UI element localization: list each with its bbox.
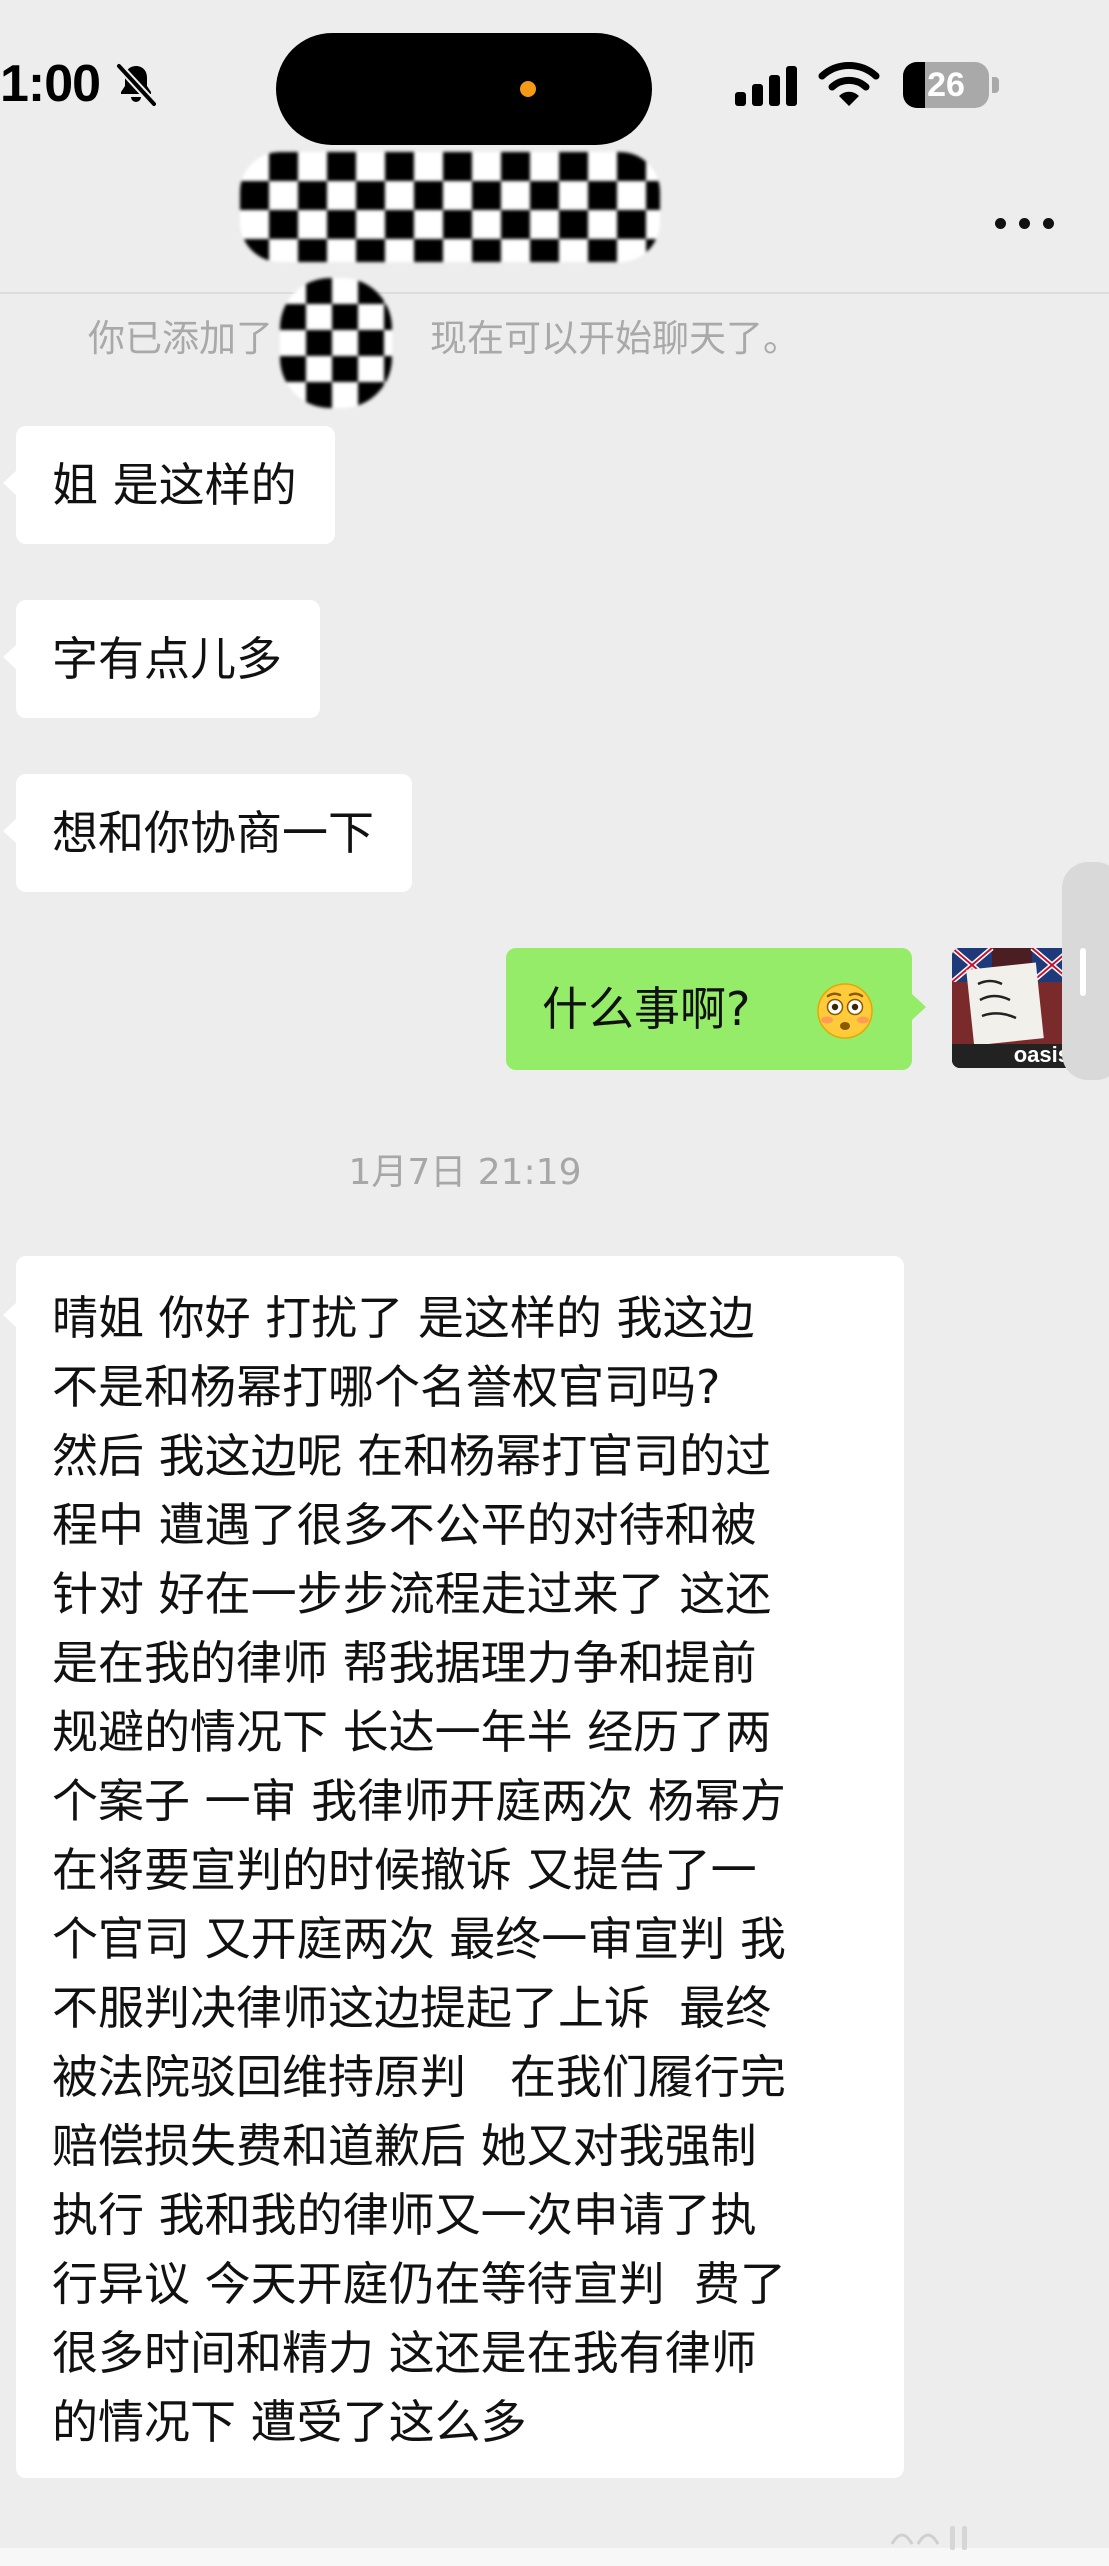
message-line: 在将要宣判的时候撤诉 又提告了一 (52, 1843, 757, 1897)
message-line: 个案子 一审 我律师开庭两次 杨幂方 (52, 1774, 786, 1828)
received-message[interactable]: 想和你协商一下 (3, 774, 412, 892)
signal-icon (735, 66, 797, 106)
status-time: 1:00 (0, 55, 101, 113)
side-float-handle[interactable] (1062, 862, 1109, 1080)
side-handle-bar (1080, 948, 1086, 996)
wifi-icon (818, 62, 880, 106)
privacy-indicator-dot (520, 81, 536, 97)
bell-slash-icon (115, 62, 158, 108)
flushed-face-icon (817, 983, 873, 1039)
message-line: 赔偿损失费和道歉后 她又对我强制 (52, 2119, 757, 2173)
nav-divider (0, 292, 1109, 294)
message-line: 是在我的律师 帮我据理力争和提前 (52, 1636, 757, 1690)
scroll-indicator-icon (890, 2526, 967, 2550)
chat-screen: 1:00 26 你已添加了 现在可以开始聊天了。 姐 是这样的 字有点儿多 想和… (0, 0, 1109, 2566)
more-icon (995, 218, 1006, 229)
dynamic-island (276, 33, 652, 145)
system-message-prefix: 你已添加了 (88, 317, 273, 360)
more-button[interactable] (990, 208, 1060, 240)
sent-message[interactable]: 什么事啊? (506, 948, 926, 1070)
message-line: 程中 遭遇了很多不公平的对待和被 (52, 1498, 757, 1552)
contact-name-redacted (240, 152, 660, 262)
more-icon (1043, 218, 1054, 229)
received-message[interactable]: 字有点儿多 (3, 600, 320, 718)
battery-icon: 26 (903, 62, 989, 108)
message-line: 规避的情况下 长达一年半 经历了两 (52, 1705, 772, 1759)
contact-name-redacted-inline (280, 278, 392, 408)
message-timestamp: 1月7日 21:19 (348, 1152, 582, 1193)
sent-message-text: 什么事啊? (542, 982, 751, 1036)
message-line: 不服判决律师这边提起了上诉 最终 (52, 1981, 772, 2035)
battery-cap (992, 77, 999, 93)
message-line: 不是和杨幂打哪个名誉权官司吗? (52, 1360, 721, 1414)
message-line: 针对 好在一步步流程走过来了 这还 (52, 1567, 772, 1621)
message-line: 被法院驳回维持原判 在我们履行完 (52, 2050, 786, 2104)
avatar[interactable]: oasis (952, 948, 1072, 1068)
message-line: 执行 我和我的律师又一次申请了执 (52, 2188, 757, 2242)
battery-level: 26 (927, 66, 965, 104)
more-icon (1019, 218, 1030, 229)
received-message-long[interactable]: 晴姐 你好 打扰了 是这样的 我这边 不是和杨幂打哪个名誉权官司吗? 然后 我这… (3, 1256, 904, 2478)
message-line: 的情况下 遭受了这么多 (52, 2395, 527, 2449)
message-line: 然后 我这边呢 在和杨幂打官司的过 (52, 1429, 772, 1483)
message-line: 个官司 又开庭两次 最终一审宣判 我 (52, 1912, 786, 1966)
message-line: 晴姐 你好 打扰了 是这样的 我这边 (52, 1291, 755, 1345)
message-line: 很多时间和精力 这还是在我有律师 (52, 2326, 757, 2380)
message-line: 行异议 今天开庭仍在等待宣判 费了 (52, 2257, 786, 2311)
system-message-suffix: 现在可以开始聊天了。 (430, 317, 800, 360)
received-message[interactable]: 姐 是这样的 (3, 426, 335, 544)
